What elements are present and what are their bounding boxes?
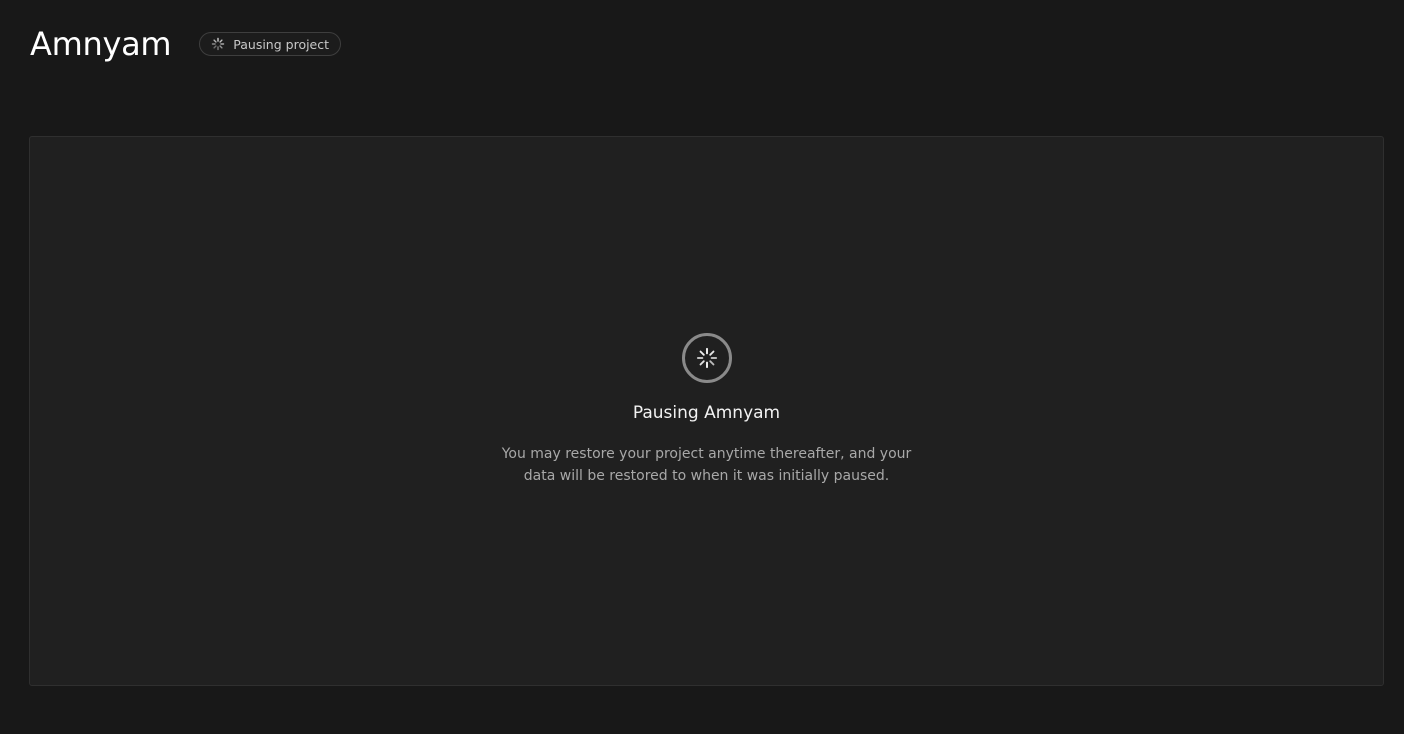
- status-badge: Pausing project: [199, 32, 342, 56]
- page: Amnyam Pausing project Pausing Amnyam Yo…: [0, 0, 1404, 734]
- pausing-status: Pausing Amnyam You may restore your proj…: [30, 333, 1383, 487]
- status-badge-label: Pausing project: [233, 36, 330, 52]
- pausing-title: Pausing Amnyam: [632, 403, 781, 423]
- loading-ring: [681, 333, 732, 383]
- pausing-panel: Pausing Amnyam You may restore your proj…: [29, 136, 1384, 686]
- page-header: Amnyam Pausing project: [30, 22, 342, 66]
- loading-spinner-icon: [212, 37, 225, 51]
- page-title: Amnyam: [30, 25, 172, 63]
- pausing-description: You may restore your project anytime the…: [501, 446, 912, 484]
- loading-spinner-icon: [696, 347, 717, 369]
